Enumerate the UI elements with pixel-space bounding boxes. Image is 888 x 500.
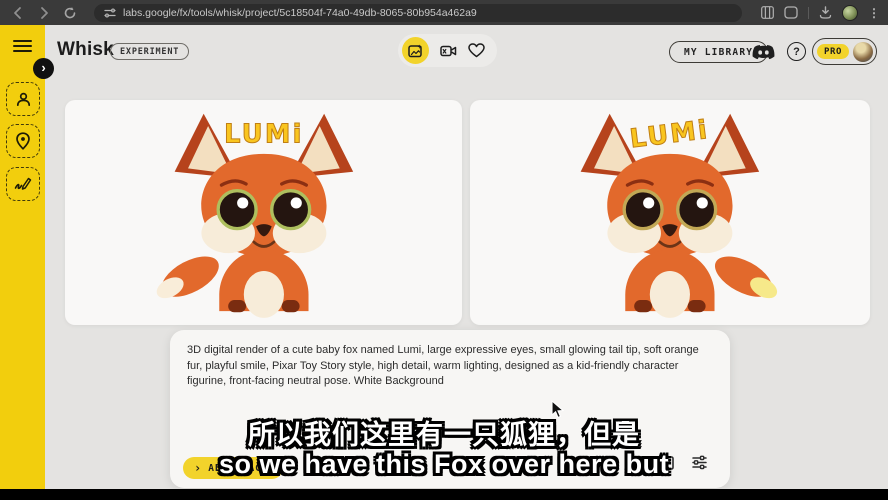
- prompt-panel: 3D digital render of a cute baby fox nam…: [170, 330, 730, 488]
- sidebar-item-subject[interactable]: [6, 82, 40, 116]
- sidebar: [0, 25, 45, 489]
- mouse-cursor: [551, 400, 564, 424]
- image-sparkle-icon: [408, 44, 423, 58]
- character-name-label: LUMi: [224, 119, 304, 149]
- style-pen-icon: [14, 176, 32, 192]
- expand-icon[interactable]: [658, 456, 674, 475]
- extensions-icon[interactable]: [784, 6, 798, 19]
- fox-illustration-1: LUMi: [130, 107, 398, 319]
- site-info-icon[interactable]: [104, 7, 116, 19]
- fox-illustration-2: LUMi: [536, 107, 804, 319]
- tune-settings-icon[interactable]: [691, 454, 708, 476]
- prompt-text[interactable]: 3D digital render of a cute baby fox nam…: [170, 330, 730, 390]
- back-icon[interactable]: [8, 3, 28, 23]
- reload-icon[interactable]: [60, 3, 80, 23]
- browser-menu-icon[interactable]: ⋮: [868, 7, 880, 19]
- sidebar-item-style[interactable]: [6, 167, 40, 201]
- character-name-label: LUMi: [628, 114, 711, 153]
- browser-profile-avatar[interactable]: [842, 5, 858, 21]
- discord-icon[interactable]: [752, 44, 775, 66]
- tab-groups-icon[interactable]: [761, 6, 774, 19]
- image-mode-button[interactable]: [402, 37, 429, 64]
- add-image-button[interactable]: › ADD IMAGE: [183, 457, 283, 479]
- chevron-right-icon: ›: [41, 60, 45, 75]
- whisk-app-window: labs.google/fx/tools/whisk/project/5c185…: [0, 0, 888, 500]
- pro-badge: PRO: [817, 44, 849, 59]
- favorites-button[interactable]: [468, 43, 485, 58]
- browser-toolbar: labs.google/fx/tools/whisk/project/5c185…: [0, 0, 888, 25]
- toolbar-divider: [808, 7, 809, 19]
- heart-icon: [468, 43, 485, 58]
- question-mark-icon: ?: [793, 46, 800, 58]
- forward-icon[interactable]: [34, 3, 54, 23]
- location-pin-icon: [15, 132, 31, 150]
- page-title: Whisk: [57, 39, 114, 61]
- address-bar[interactable]: labs.google/fx/tools/whisk/project/5c185…: [94, 4, 742, 22]
- help-button[interactable]: ?: [787, 42, 806, 61]
- menu-icon[interactable]: [13, 39, 32, 53]
- add-image-label: ADD IMAGE: [208, 463, 268, 474]
- url-text: labs.google/fx/tools/whisk/project/5c185…: [123, 7, 477, 19]
- browser-actions: ⋮: [761, 5, 880, 21]
- sidebar-item-scene[interactable]: [6, 124, 40, 158]
- video-camera-icon: [440, 44, 457, 58]
- sidebar-expand-button[interactable]: ›: [33, 58, 54, 79]
- download-icon[interactable]: [819, 6, 832, 19]
- mode-switcher: [398, 34, 497, 67]
- video-mode-button[interactable]: [440, 44, 457, 58]
- generated-image-1[interactable]: LUMi: [65, 100, 462, 325]
- chevron-right-icon: ›: [194, 464, 202, 474]
- letterbox-bar: [0, 489, 888, 500]
- account-button[interactable]: PRO: [812, 38, 877, 65]
- user-avatar: [853, 42, 873, 62]
- experiment-badge: EXPERIMENT: [110, 43, 189, 60]
- person-icon: [15, 91, 32, 108]
- generated-image-2[interactable]: LUMi: [470, 100, 870, 325]
